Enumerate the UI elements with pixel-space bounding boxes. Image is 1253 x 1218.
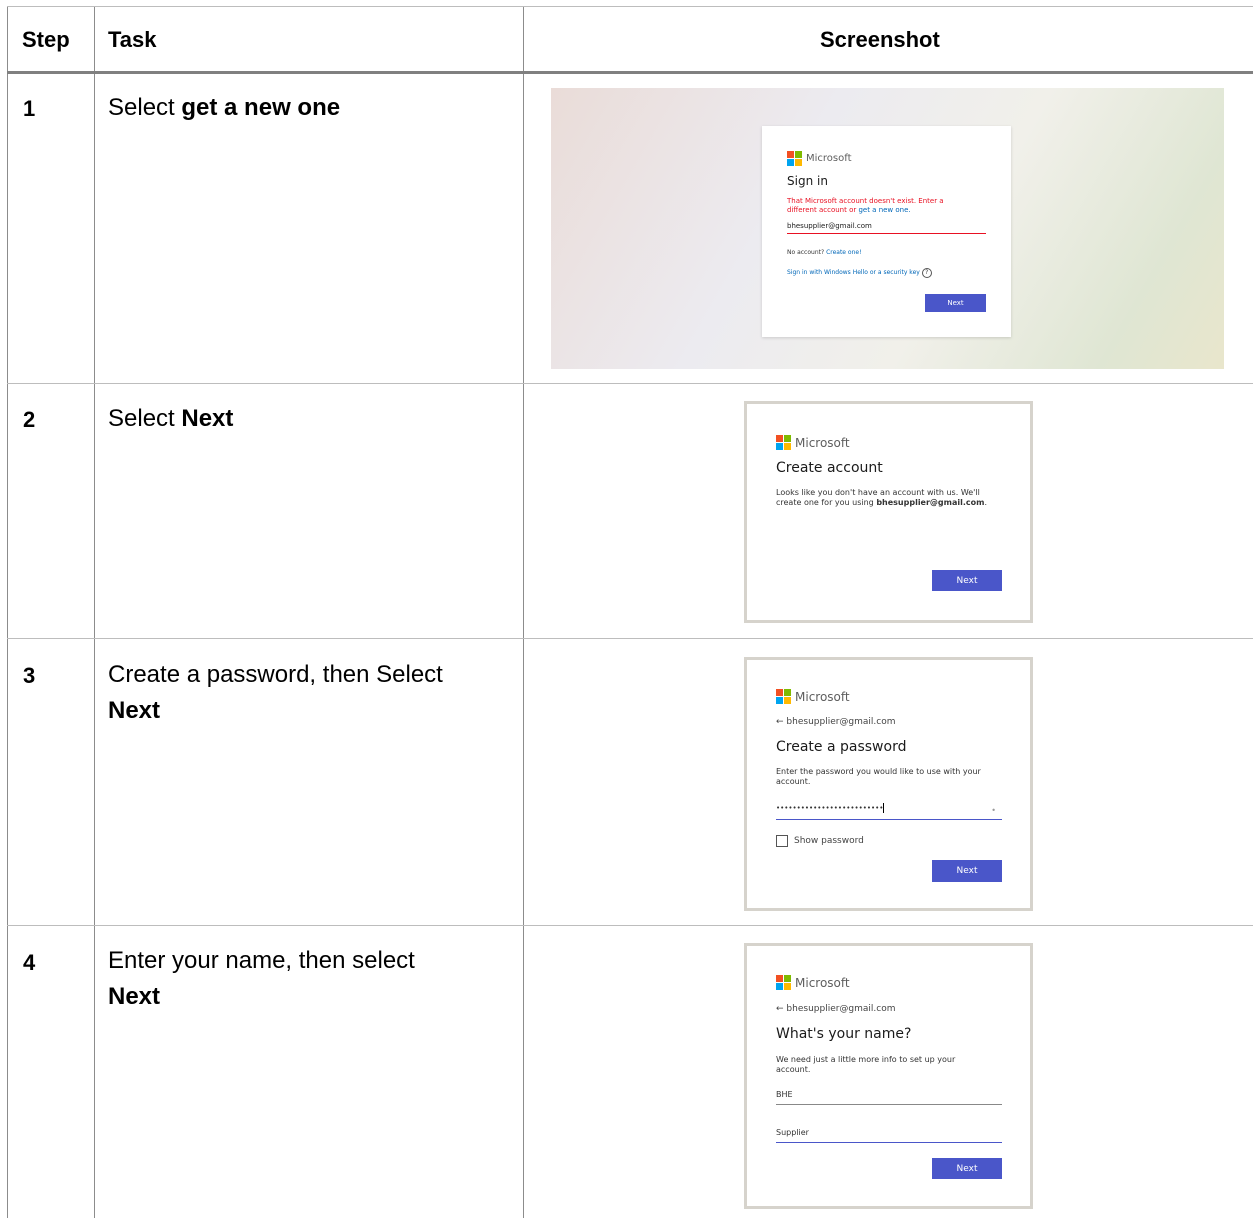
header-step: Step	[22, 27, 70, 52]
first-name-input[interactable]: BHE	[776, 1090, 1002, 1105]
task-4: Enter your name, then select Next	[108, 947, 415, 1010]
screenshot-create-account: Microsoft Create account Looks like you …	[744, 401, 1033, 623]
task-2: Select Next	[108, 405, 234, 432]
card-title: Sign in	[787, 174, 828, 188]
step-number-3: 3	[23, 663, 36, 688]
microsoft-logo: Microsoft	[787, 151, 852, 166]
brand-name: Microsoft	[795, 435, 850, 450]
screenshot-whats-your-name: Microsoft ← bhesupplier@gmail.com What's…	[744, 943, 1033, 1209]
header-task: Task	[108, 27, 157, 52]
show-password-row: Show password	[776, 835, 864, 847]
show-password-checkbox[interactable]	[776, 835, 788, 847]
back-arrow-icon[interactable]: ←	[776, 717, 784, 727]
microsoft-logo: Microsoft	[776, 975, 850, 990]
row-divider-2	[7, 638, 1253, 639]
step-number-4: 4	[23, 950, 36, 975]
step-number-1: 1	[23, 96, 36, 121]
windows-hello-link[interactable]: Sign in with Windows Hello or a security…	[787, 269, 920, 276]
sign-in-card: Microsoft Sign in That Microsoft account…	[762, 126, 1011, 337]
email-input[interactable]: bhesupplier@gmail.com	[787, 222, 986, 234]
table-border-top	[7, 6, 1253, 7]
back-email[interactable]: ← bhesupplier@gmail.com	[776, 717, 896, 727]
table-border-left	[7, 6, 8, 1218]
no-account-line: No account? Create one!	[787, 249, 862, 256]
microsoft-logo-icon	[776, 975, 791, 990]
back-arrow-icon[interactable]: ←	[776, 1004, 784, 1014]
task-3: Create a password, then Select Next	[108, 661, 443, 724]
card-description: We need just a little more info to set u…	[776, 1055, 956, 1074]
microsoft-logo-icon	[776, 689, 791, 704]
brand-name: Microsoft	[806, 153, 852, 164]
card-description: Enter the password you would like to use…	[776, 767, 981, 786]
next-button[interactable]: Next	[932, 860, 1002, 882]
card-title: Create account	[776, 460, 883, 476]
create-one-link[interactable]: Create one!	[826, 249, 861, 256]
row-divider-1	[7, 383, 1253, 384]
next-button[interactable]: Next	[932, 1158, 1002, 1179]
get-new-one-link[interactable]: get a new one.	[858, 206, 910, 214]
step-number-2: 2	[23, 407, 36, 432]
error-message: That Microsoft account doesn't exist. En…	[787, 197, 944, 214]
next-button[interactable]: Next	[925, 294, 986, 312]
back-email[interactable]: ← bhesupplier@gmail.com	[776, 1004, 896, 1014]
table-divider-task	[523, 6, 524, 1218]
last-name-input[interactable]: Supplier	[776, 1128, 1002, 1143]
brand-name: Microsoft	[795, 689, 850, 704]
header-screenshot: Screenshot	[820, 27, 940, 52]
windows-hello-line: Sign in with Windows Hello or a security…	[787, 268, 932, 278]
screenshot-create-password: Microsoft ← bhesupplier@gmail.com Create…	[744, 657, 1033, 911]
next-button[interactable]: Next	[932, 570, 1002, 591]
task-1: Select get a new one	[108, 94, 341, 121]
table-header-rule	[7, 71, 1253, 74]
microsoft-logo: Microsoft	[776, 435, 850, 450]
microsoft-logo-icon	[776, 435, 791, 450]
microsoft-logo: Microsoft	[776, 689, 850, 704]
brand-name: Microsoft	[795, 975, 850, 990]
help-icon[interactable]: ?	[921, 268, 932, 278]
screenshot-sign-in: Microsoft Sign in That Microsoft account…	[551, 88, 1224, 369]
password-input[interactable]: •••••••••••••••••••••••••• •	[776, 803, 1002, 820]
table-divider-step	[94, 6, 95, 1218]
card-description: Looks like you don't have an account wit…	[776, 488, 988, 507]
microsoft-logo-icon	[787, 151, 802, 166]
reveal-password-icon[interactable]: •	[991, 806, 996, 815]
card-title: Create a password	[776, 739, 907, 755]
row-divider-3	[7, 925, 1253, 926]
card-title: What's your name?	[776, 1026, 912, 1042]
